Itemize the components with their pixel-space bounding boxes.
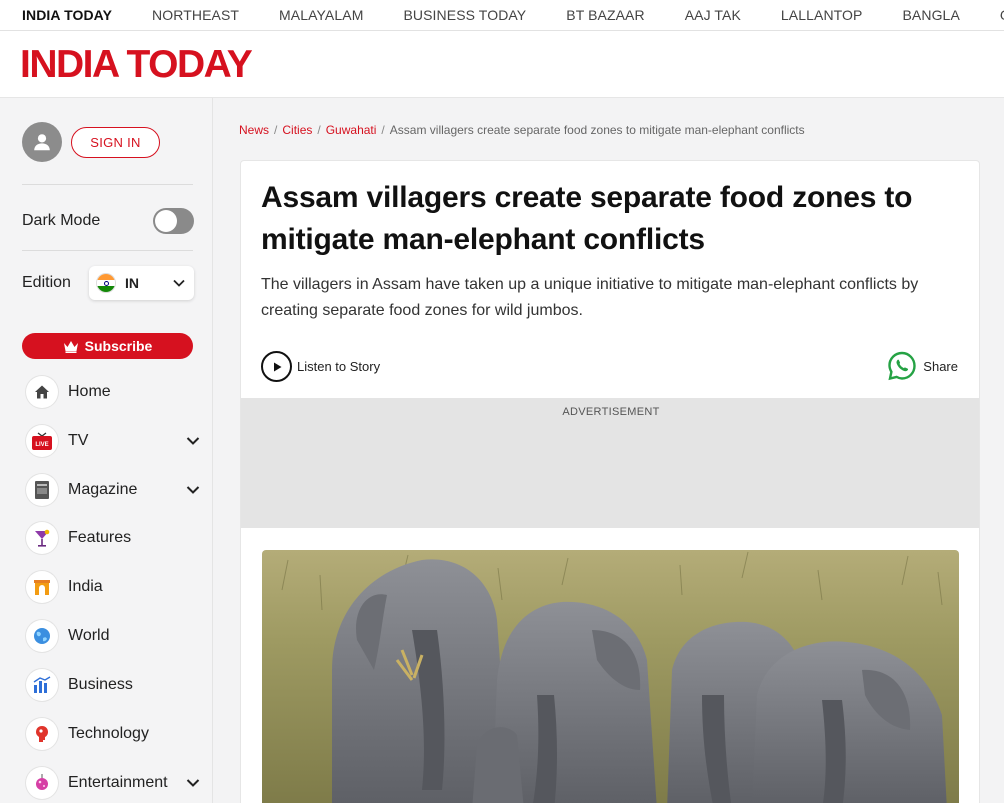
breadcrumb: News / Cities / Guwahati / Assam villagers cre… — [239, 123, 805, 137]
share-label: Share — [923, 358, 958, 374]
network-link-lallantop[interactable]: LALLANTOP — [761, 7, 883, 23]
breadcrumb-separator: / — [274, 123, 278, 137]
sidebar-item-entertainment[interactable]: Entertainment — [26, 765, 201, 801]
globe-icon — [26, 620, 58, 652]
sidebar-item-technology[interactable]: Technology — [26, 716, 201, 752]
chevron-down-icon[interactable] — [185, 433, 201, 449]
play-icon — [261, 351, 292, 382]
edition-select[interactable]: IN — [89, 266, 194, 300]
sidebar-divider — [22, 184, 193, 185]
dark-mode-label: Dark Mode — [22, 212, 101, 229]
magazine-icon — [26, 474, 58, 506]
sidebar-item-india[interactable]: India — [26, 569, 201, 605]
user-row: SIGN IN — [22, 122, 160, 162]
live-tv-icon: LIVE — [26, 425, 58, 457]
network-link-india-today[interactable]: INDIA TODAY — [0, 7, 132, 23]
chevron-down-icon — [173, 279, 185, 287]
sidebar-item-label: Technology — [68, 725, 149, 742]
network-bar: INDIA TODAY NORTHEAST MALAYALAM BUSINESS… — [0, 0, 1004, 31]
sidebar-item-label: World — [68, 627, 110, 644]
bar-chart-icon — [26, 669, 58, 701]
breadcrumb-current: Assam villagers create separate food zon… — [389, 123, 805, 137]
chevron-down-icon[interactable] — [185, 482, 201, 498]
article-card: Assam villagers create separate food zon… — [240, 160, 980, 803]
sidebar-item-label: Features — [68, 529, 132, 546]
avatar[interactable] — [22, 122, 62, 162]
article-headline: Assam villagers create separate food zon… — [261, 181, 913, 256]
cocktail-icon — [26, 522, 58, 554]
article-image[interactable] — [262, 550, 959, 803]
breadcrumb-link-guwahati[interactable]: Guwahati — [326, 123, 377, 137]
article-summary: The villagers in Assam have taken up a u… — [261, 276, 919, 319]
brain-icon — [26, 718, 58, 750]
site-header: INDIA TODAY — [0, 31, 1004, 98]
subscribe-button[interactable]: Subscribe — [22, 333, 193, 359]
network-link-northeast[interactable]: NORTHEAST — [132, 7, 259, 23]
sidebar-item-world[interactable]: World — [26, 618, 201, 654]
breadcrumb-separator: / — [317, 123, 321, 137]
india-gate-icon — [26, 571, 58, 603]
india-flag-icon — [96, 273, 116, 293]
whatsapp-icon — [888, 351, 916, 381]
sidebar-item-label: Business — [68, 676, 133, 693]
dark-mode-toggle[interactable] — [153, 208, 194, 234]
listen-to-story-button[interactable]: Listen to Story — [261, 351, 380, 382]
svg-text:LIVE: LIVE — [35, 442, 48, 448]
sidebar-item-label: TV — [68, 432, 89, 449]
user-icon — [34, 134, 50, 151]
network-link-bangla[interactable]: BANGLA — [882, 7, 979, 23]
toggle-knob — [155, 210, 177, 232]
network-link-aaj-tak[interactable]: AAJ TAK — [665, 7, 761, 23]
edition-value: IN — [125, 275, 139, 291]
disco-ball-icon — [26, 767, 58, 799]
breadcrumb-link-cities[interactable]: Cities — [282, 123, 312, 137]
sidebar-item-label: Home — [68, 383, 111, 400]
advertisement-slot: ADVERTISEMENT — [241, 398, 979, 528]
home-icon — [26, 376, 58, 408]
sidebar-item-magazine[interactable]: Magazine — [26, 472, 201, 508]
advertisement-label: ADVERTISEMENT — [562, 406, 660, 418]
sidebar-item-home[interactable]: Home — [26, 374, 201, 410]
share-button[interactable]: Share — [886, 350, 958, 382]
sidebar-divider — [22, 250, 193, 251]
sign-in-button[interactable]: SIGN IN — [71, 126, 160, 158]
subscribe-label: Subscribe — [84, 338, 153, 354]
sidebar-item-label: Entertainment — [68, 774, 168, 791]
india-today-logo[interactable]: INDIA TODAY — [20, 43, 253, 87]
network-link-business-today[interactable]: BUSINESS TODAY — [383, 7, 546, 23]
sidebar-item-business[interactable]: Business — [26, 667, 201, 703]
sidebar-item-tv[interactable]: LIVE TV — [26, 423, 201, 459]
sidebar: SIGN IN Dark Mode Edition IN Subscribe H… — [0, 98, 213, 803]
crown-icon — [63, 340, 78, 353]
sidebar-item-features[interactable]: Features — [26, 520, 201, 556]
chevron-down-icon[interactable] — [185, 775, 201, 791]
sidebar-item-label: Magazine — [68, 481, 138, 498]
sidebar-item-label: India — [68, 578, 103, 595]
network-link-gnttv[interactable]: GNTTV — [980, 7, 1004, 23]
network-link-bt-bazaar[interactable]: BT BAZAAR — [546, 7, 664, 23]
breadcrumb-separator: / — [381, 123, 385, 137]
listen-to-story-label: Listen to Story — [297, 359, 381, 374]
network-link-malayalam[interactable]: MALAYALAM — [259, 7, 383, 23]
edition-label: Edition — [22, 274, 71, 291]
breadcrumb-link-news[interactable]: News — [239, 123, 269, 137]
